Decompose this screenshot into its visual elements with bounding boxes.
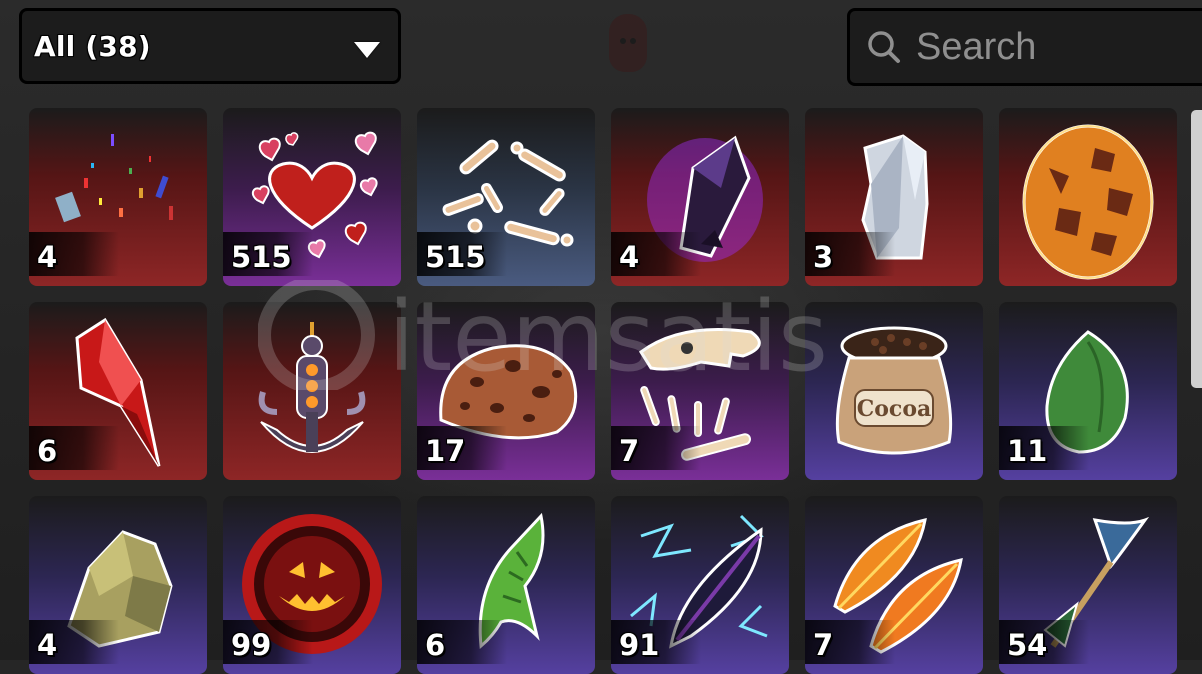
item-count: 54 [1007, 628, 1048, 662]
item-tile[interactable]: 6 [29, 302, 207, 480]
search-input[interactable] [914, 24, 1198, 70]
cocoa-label: Cocoa [857, 396, 932, 422]
item-tile[interactable]: 54 [999, 496, 1177, 674]
search-box[interactable] [847, 8, 1202, 86]
item-tile[interactable]: 91 [611, 496, 789, 674]
item-count: 515 [425, 240, 486, 274]
cocoa-bag-icon: Cocoa [835, 326, 953, 455]
item-tile[interactable]: 7 [805, 496, 983, 674]
item-tile[interactable]: Cocoa [805, 302, 983, 480]
item-count: 7 [619, 434, 640, 468]
scrollbar[interactable] [1191, 110, 1202, 388]
item-count: 4 [619, 240, 640, 274]
item-tile[interactable]: 17 [417, 302, 595, 480]
item-count: 3 [813, 240, 834, 274]
item-count: 6 [425, 628, 446, 662]
item-tile[interactable] [999, 108, 1177, 286]
item-tile[interactable]: 7 [611, 302, 789, 480]
item-tile[interactable] [223, 302, 401, 480]
item-count: 7 [813, 628, 834, 662]
search-icon [868, 31, 900, 63]
item-tile[interactable]: 11 [999, 302, 1177, 480]
item-count: 17 [425, 434, 466, 468]
item-count: 515 [231, 240, 292, 274]
item-count: 91 [619, 628, 660, 662]
item-tile[interactable]: 515 [223, 108, 401, 286]
filter-dropdown[interactable]: All (38) [19, 8, 401, 84]
item-count: 99 [231, 628, 272, 662]
item-count: 11 [1007, 434, 1048, 468]
item-tile[interactable]: 3 [805, 108, 983, 286]
item-tile[interactable]: 4 [611, 108, 789, 286]
chevron-down-icon [354, 42, 380, 58]
item-tile[interactable]: 6 [417, 496, 595, 674]
item-tile[interactable]: 4 [29, 108, 207, 286]
item-tile[interactable]: 99 [223, 496, 401, 674]
filter-label: All (38) [34, 29, 151, 63]
magma-egg-icon [1022, 124, 1154, 280]
anchor-idol-icon [258, 322, 366, 453]
item-tile[interactable]: 515 [417, 108, 595, 286]
background-mask-icon [609, 14, 647, 72]
item-count: 6 [37, 434, 58, 468]
item-tile[interactable]: 4 [29, 496, 207, 674]
item-count: 4 [37, 240, 58, 274]
item-count: 4 [37, 628, 58, 662]
